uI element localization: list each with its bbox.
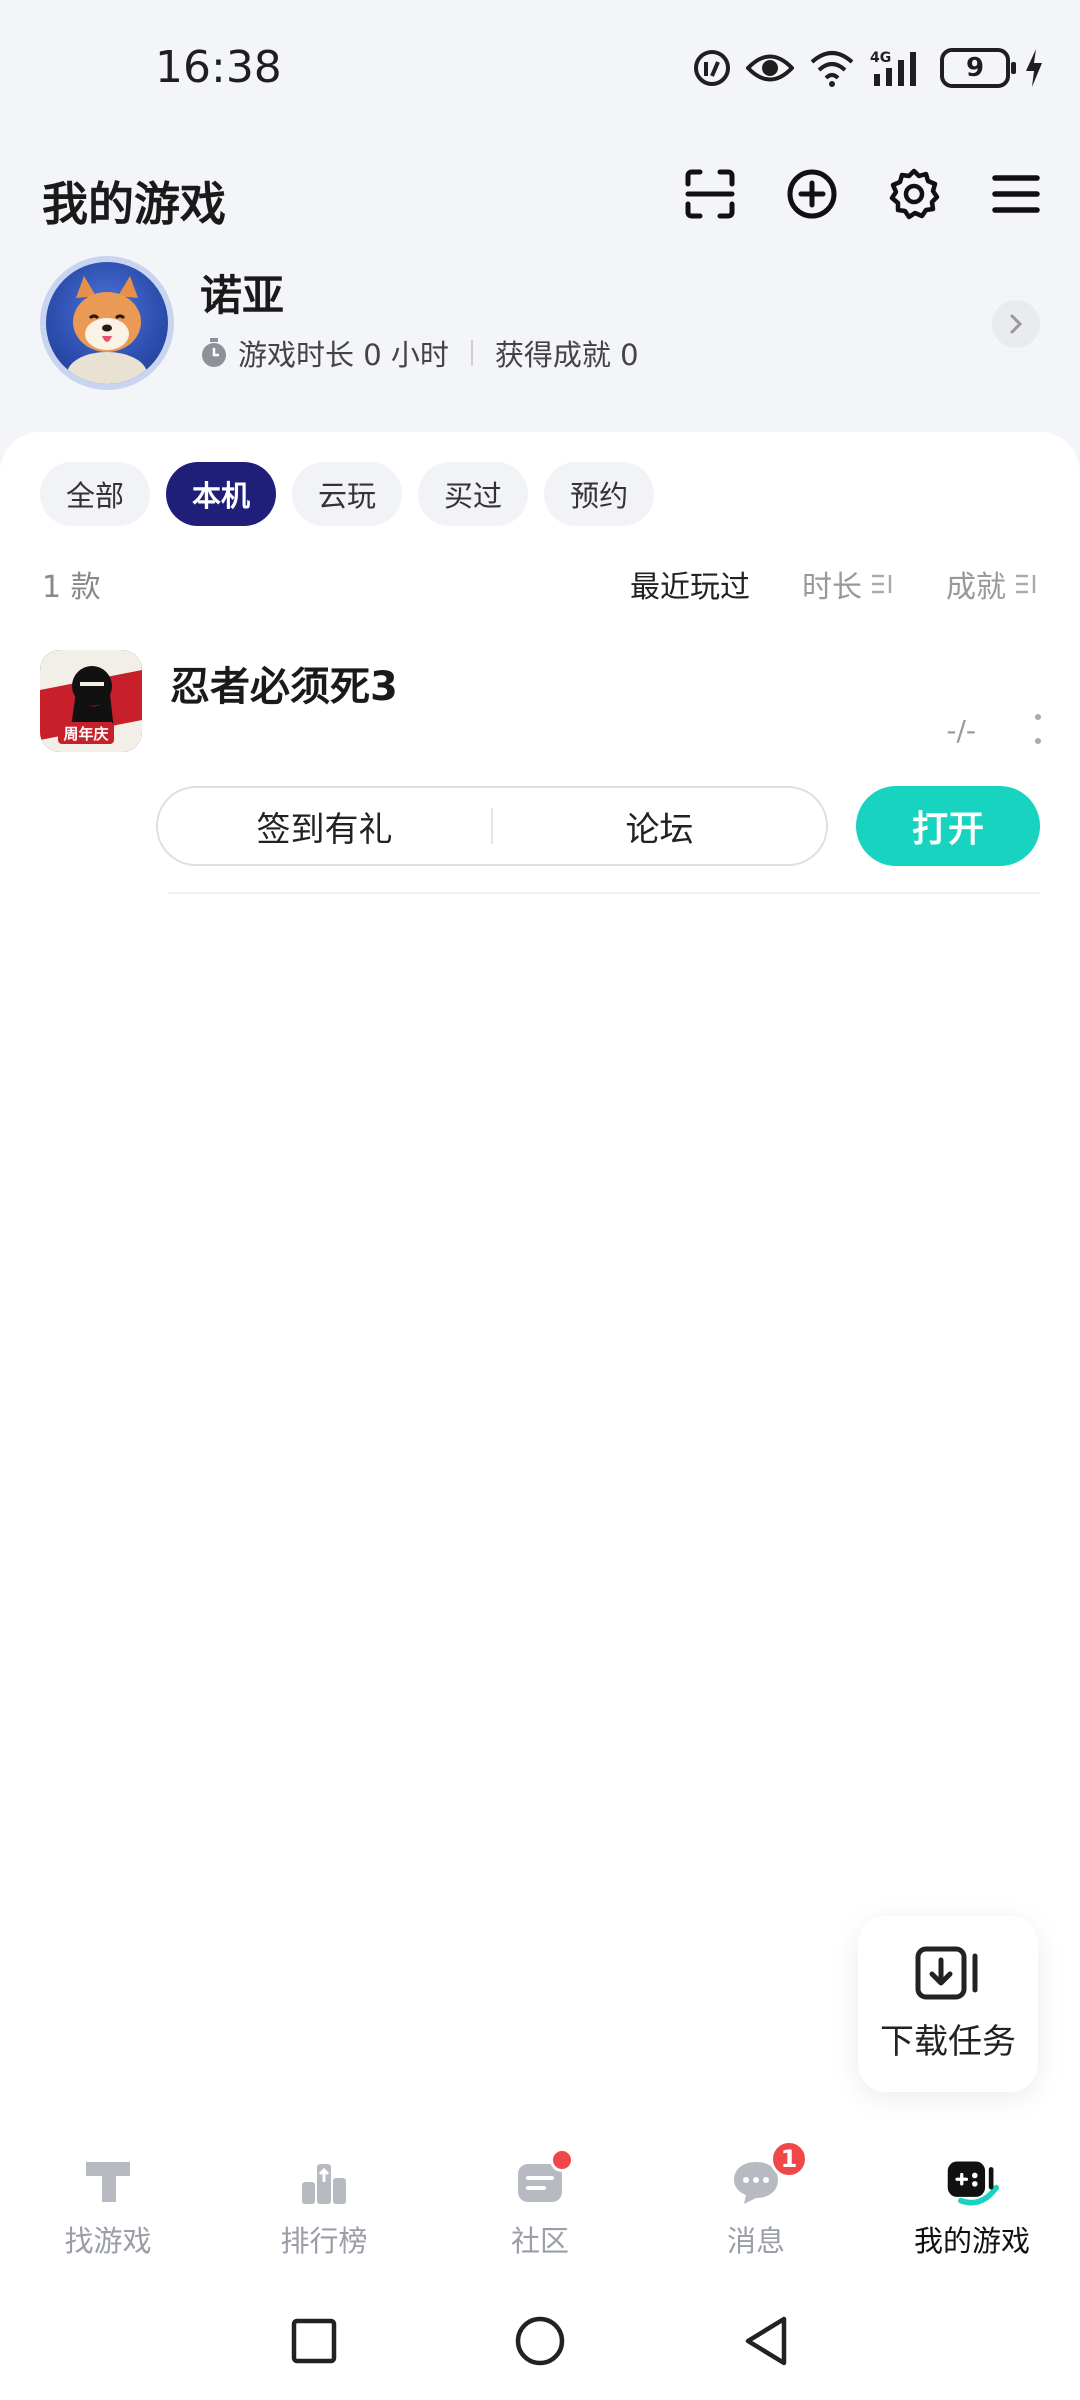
sort-achievement[interactable]: 成就	[946, 562, 1038, 606]
header-actions	[682, 166, 1044, 222]
system-nav-bar	[0, 2282, 1080, 2400]
home-icon[interactable]	[512, 2313, 568, 2369]
sort-achievement-label: 成就	[946, 570, 1006, 605]
sort-options: 最近玩过 时长 成就	[630, 562, 1038, 606]
status-time: 16:38	[155, 42, 282, 93]
user-name[interactable]: 诺亚	[200, 262, 284, 323]
sort-recent[interactable]: 最近玩过	[630, 562, 750, 606]
games-panel: 全部 本机 云玩 买过 预约 1 款 最近玩过 时长 成就 周年庆 忍者必须死3…	[0, 432, 1080, 2132]
eye-icon	[746, 54, 794, 82]
checkin-button[interactable]: 签到有礼	[158, 802, 491, 851]
more-options-icon[interactable]	[1032, 714, 1044, 744]
add-icon[interactable]	[784, 166, 840, 222]
download-icon	[915, 1946, 978, 1999]
playtime-label: 游戏时长 0 小时	[238, 338, 449, 372]
game-count: 1 款	[42, 570, 101, 605]
community-notification-dot	[550, 2148, 574, 2172]
avatar[interactable]	[40, 256, 174, 390]
ranking-icon	[296, 2154, 352, 2210]
nav-find-games-label: 找游戏	[64, 2224, 152, 2258]
download-task-button[interactable]: 下载任务	[858, 1916, 1038, 2092]
battery-icon: 9	[940, 48, 1016, 88]
forum-button[interactable]: 论坛	[493, 802, 826, 851]
nav-messages[interactable]: 1 消息	[648, 2132, 864, 2282]
game-icon[interactable]: 周年庆	[40, 650, 142, 752]
wifi-icon	[810, 51, 854, 87]
message-icon: 1	[728, 2140, 808, 2210]
charging-icon	[1026, 49, 1042, 87]
menu-icon[interactable]	[988, 166, 1044, 222]
message-badge: 1	[770, 2140, 808, 2178]
nav-community[interactable]: 社区	[432, 2132, 648, 2282]
settings-icon[interactable]	[886, 166, 942, 222]
status-icons: 4G 9	[692, 48, 1044, 88]
filter-local[interactable]: 本机	[166, 462, 277, 526]
my-games-icon	[944, 2154, 1000, 2210]
bottom-nav: 找游戏 排行榜 社区 1 消息 我的游戏	[0, 2132, 1080, 2282]
chevron-right-icon[interactable]	[992, 300, 1040, 348]
nav-ranking-label: 排行榜	[280, 2224, 368, 2258]
nav-messages-label: 消息	[726, 2224, 785, 2258]
page-title: 我的游戏	[42, 177, 226, 231]
find-games-icon	[80, 2154, 136, 2210]
game-action-group: 签到有礼 论坛	[156, 786, 828, 866]
game-stat: -/-	[946, 714, 976, 747]
filter-purchased[interactable]: 买过	[418, 462, 529, 526]
nav-my-games-label: 我的游戏	[913, 2224, 1030, 2258]
status-bar: 16:38 4G 9	[0, 0, 1080, 140]
timer-icon	[202, 338, 226, 367]
back-icon[interactable]	[738, 2313, 794, 2369]
nav-ranking[interactable]: 排行榜	[216, 2132, 432, 2282]
game-icon-badge: 周年庆	[63, 725, 108, 743]
achievements-label: 获得成就 0	[494, 338, 639, 372]
filter-tabs: 全部 本机 云玩 买过 预约	[40, 462, 655, 526]
sort-duration-label: 时长	[802, 570, 862, 605]
sort-duration[interactable]: 时长	[802, 562, 894, 606]
nav-my-games[interactable]: 我的游戏	[864, 2132, 1080, 2282]
community-icon	[512, 2148, 574, 2210]
sort-icon	[872, 574, 892, 594]
filter-cloud[interactable]: 云玩	[292, 462, 403, 526]
recent-apps-icon[interactable]	[286, 2313, 342, 2369]
nav-find-games[interactable]: 找游戏	[0, 2132, 216, 2282]
user-stats: 游戏时长 0 小时 获得成就 0	[200, 332, 639, 374]
signal-4g-icon: 4G	[870, 50, 916, 86]
filter-all[interactable]: 全部	[40, 462, 151, 526]
game-name[interactable]: 忍者必须死3	[170, 654, 398, 712]
row-divider	[168, 892, 1040, 894]
sort-icon	[1016, 574, 1036, 594]
data-saver-icon	[694, 50, 730, 86]
download-task-label: 下载任务	[880, 2021, 1016, 2062]
scan-icon[interactable]	[682, 166, 738, 222]
nav-community-label: 社区	[510, 2224, 569, 2258]
stats-divider	[470, 340, 473, 366]
svg-text:4G: 4G	[870, 50, 891, 66]
open-game-button[interactable]: 打开	[856, 786, 1040, 866]
filter-reserved[interactable]: 预约	[544, 462, 655, 526]
